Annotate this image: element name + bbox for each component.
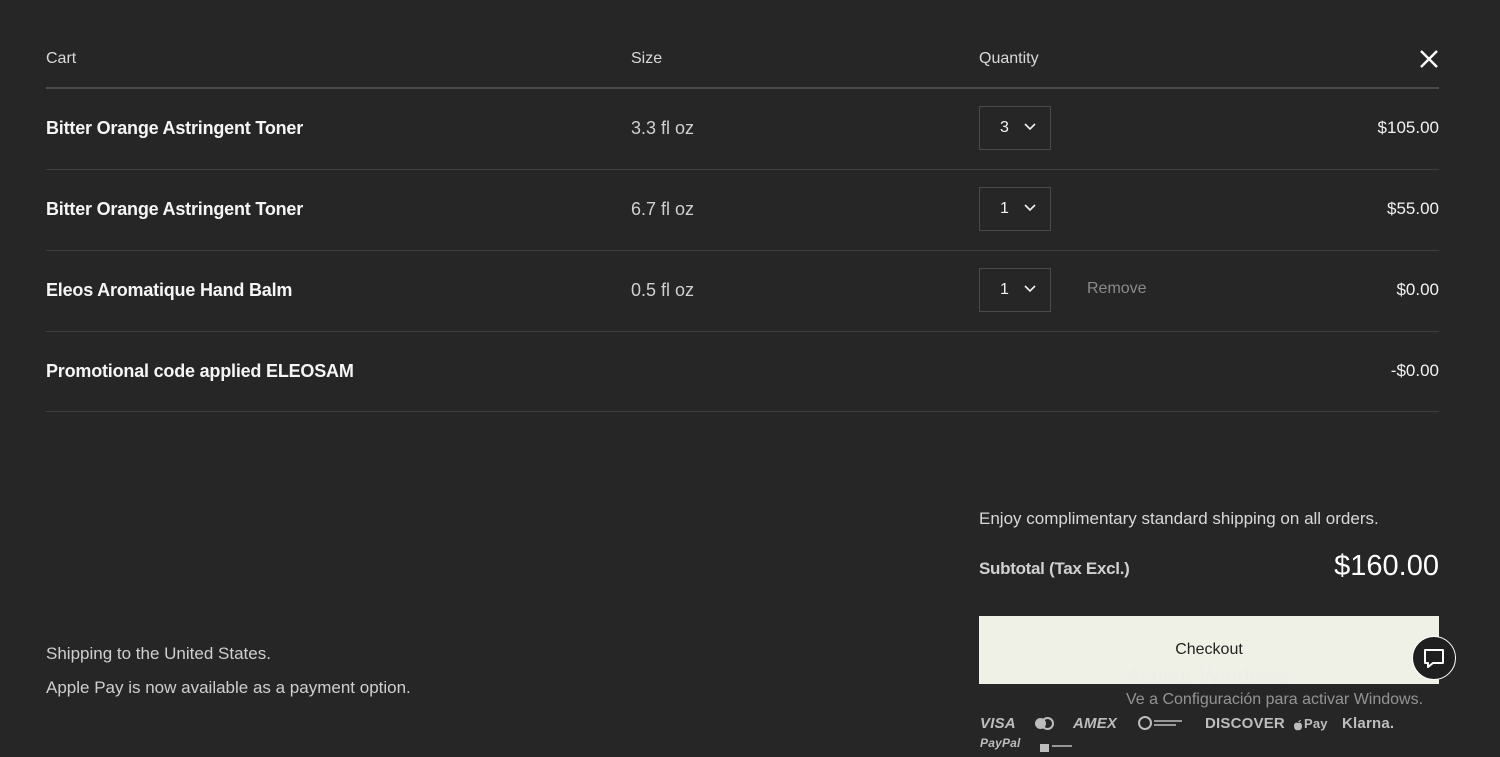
activation-watermark-text: Ve a Configuración para activar Windows. [1126,691,1424,708]
chat-button[interactable] [1412,636,1456,680]
row-divider [46,250,1439,251]
remove-button[interactable]: Remove [1087,280,1147,298]
quantity-value: 1 [1000,200,1009,217]
activation-watermark-title: Activar Windows [1126,663,1289,688]
cart-column-header: Cart [46,50,77,67]
promo-code-label: Promotional code applied ELEOSAM [46,361,354,381]
row-divider [46,411,1439,412]
chevron-down-icon [1024,285,1036,293]
subtotal-value: $160.00 [1334,550,1439,582]
amex-logo: AMEX [1073,715,1118,732]
quantity-select[interactable]: 1 [979,268,1051,312]
paypal-logo: PayPal [980,736,1021,750]
item-size: 3.3 fl oz [631,118,695,138]
diners-club-icon [1138,716,1184,735]
apple-pay-note: Apple Pay is now available as a payment … [46,678,411,697]
mastercard-icon [1034,717,1054,735]
chevron-down-icon [1024,204,1036,212]
row-divider [46,169,1439,170]
item-name[interactable]: Bitter Orange Astringent Toner [46,118,303,139]
item-size: 6.7 fl oz [631,199,695,219]
chat-icon [1424,649,1444,668]
apple-pay-label: Pay [1304,716,1328,731]
header-divider [46,87,1439,89]
item-name[interactable]: Eleos Aromatique Hand Balm [46,280,292,301]
discover-logo: DISCOVER [1205,715,1285,732]
shipping-destination: Shipping to the United States. [46,644,271,663]
shipping-note: Enjoy complimentary standard shipping on… [979,509,1379,528]
apple-pay-icon [1293,716,1303,734]
quantity-column-header: Quantity [979,50,1039,67]
chevron-down-icon [1024,123,1036,131]
item-size: 0.5 fl oz [631,280,695,300]
item-price: $55.00 [1387,199,1439,218]
quantity-select[interactable]: 3 [979,106,1051,150]
bank-payment-icon [1040,739,1074,757]
close-button[interactable] [1418,48,1440,70]
visa-logo: VISA [980,715,1016,732]
klarna-logo: Klarna. [1342,715,1395,732]
item-price: $0.00 [1396,280,1439,299]
row-divider [46,331,1439,332]
promo-discount: -$0.00 [1390,361,1439,380]
subtotal-label: Subtotal (Tax Excl.) [979,559,1130,578]
item-name[interactable]: Bitter Orange Astringent Toner [46,199,303,220]
quantity-value: 1 [1000,281,1009,298]
size-column-header: Size [631,50,663,67]
quantity-select[interactable]: 1 [979,187,1051,231]
close-icon [1420,50,1438,68]
item-price: $105.00 [1377,118,1439,137]
quantity-value: 3 [1000,119,1009,136]
